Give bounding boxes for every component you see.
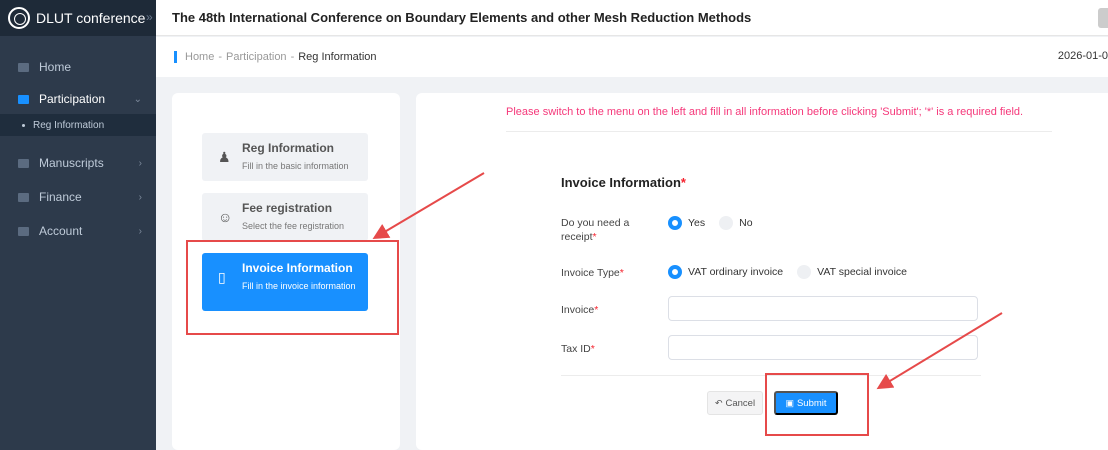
sidebar-item-home[interactable]: Home — [0, 52, 156, 82]
breadcrumb-marker — [174, 51, 177, 63]
step-fee-registration[interactable]: ☺ Fee registration Select the fee regist… — [202, 193, 368, 241]
sidebar-subitem-reg-information[interactable]: Reg Information — [0, 114, 156, 136]
top-header: The 48th International Conference on Bou… — [156, 0, 1108, 36]
current-date: 2026-01-0 — [1057, 50, 1108, 62]
annotation-box-invoice-step — [186, 240, 399, 335]
breadcrumb: Home - Participation - Reg Information 2… — [156, 37, 1108, 77]
chevron-right-icon: › — [138, 225, 142, 237]
undo-icon: ↶ — [714, 397, 723, 408]
sidebar: DLUT conference » Home Participation ⌄ R… — [0, 0, 156, 450]
sidebar-item-manuscripts[interactable]: Manuscripts › — [0, 148, 156, 178]
required-mark: * — [680, 175, 686, 190]
invoice-label-text: Invoice — [561, 304, 595, 316]
step-description: Select the fee registration — [242, 221, 345, 231]
radio-checked-icon — [668, 265, 682, 279]
required-mark: * — [594, 304, 599, 316]
breadcrumb-separator: - — [290, 51, 295, 63]
breadcrumb-current: Reg Information — [298, 51, 377, 63]
sidebar-item-label: Manuscripts — [39, 156, 104, 170]
radio-label: VAT special invoice — [817, 266, 908, 278]
vat-special-radio[interactable]: VAT special invoice — [797, 265, 907, 279]
page-title: The 48th International Conference on Bou… — [172, 10, 752, 25]
tax-id-label-text: Tax ID — [561, 343, 591, 355]
invoice-type-label: Invoice Type* — [561, 266, 624, 280]
invoice-input[interactable] — [668, 296, 978, 321]
vat-ordinary-radio[interactable]: VAT ordinary invoice — [668, 265, 783, 279]
form-notice: Please switch to the menu on the left an… — [506, 106, 1024, 118]
radio-label: VAT ordinary invoice — [688, 266, 784, 278]
radio-checked-icon — [668, 216, 682, 230]
invoice-type-radio-group: VAT ordinary invoice VAT special invoice — [668, 265, 921, 279]
step-description: Fill in the basic information — [242, 161, 349, 171]
chevron-right-icon: › — [138, 157, 142, 169]
radio-label: Yes — [688, 217, 706, 229]
sidebar-item-label: Home — [39, 60, 72, 74]
brand-name: DLUT conference — [36, 10, 146, 26]
step-title: Reg Information — [242, 141, 334, 155]
invoice-form: Please switch to the menu on the left an… — [416, 93, 1108, 450]
user-edit-icon: ♟ — [218, 149, 231, 165]
invoice-label: Invoice* — [561, 303, 598, 317]
sidebar-item-label: Finance — [39, 190, 82, 204]
sidebar-item-account[interactable]: Account › — [0, 216, 156, 246]
required-mark: * — [592, 231, 597, 243]
receipt-yes-radio[interactable]: Yes — [668, 216, 705, 230]
radio-label: No — [739, 217, 753, 229]
participation-icon — [18, 94, 29, 104]
receipt-no-radio[interactable]: No — [719, 216, 753, 230]
sidebar-subitem-label: Reg Information — [33, 119, 105, 131]
step-reg-information[interactable]: ♟ Reg Information Fill in the basic info… — [202, 133, 368, 181]
tax-id-label: Tax ID* — [561, 342, 595, 356]
required-mark: * — [590, 343, 595, 355]
required-mark: * — [619, 267, 624, 279]
breadcrumb-participation[interactable]: Participation — [226, 51, 287, 63]
annotation-box-submit — [765, 373, 869, 436]
chevron-right-icon: › — [138, 191, 142, 203]
user-icon — [18, 226, 29, 236]
divider — [506, 131, 1052, 132]
receipt-radio-group: Yes No — [668, 216, 767, 230]
sidebar-item-label: Account — [39, 224, 83, 238]
breadcrumb-home[interactable]: Home — [185, 51, 214, 63]
cancel-button[interactable]: ↶ Cancel — [707, 391, 763, 415]
breadcrumb-separator: - — [218, 51, 223, 63]
logo-icon — [8, 7, 30, 29]
folder-icon — [18, 158, 29, 168]
invoice-type-label-text: Invoice Type — [561, 267, 620, 279]
bullet-icon — [22, 123, 25, 127]
sidebar-item-label: Participation — [39, 92, 106, 106]
section-title: Invoice Information* — [561, 175, 686, 190]
home-icon — [18, 62, 29, 72]
receipt-label: Do you need a receipt* — [561, 216, 641, 244]
step-title: Fee registration — [242, 201, 333, 215]
sidebar-item-finance[interactable]: Finance › — [0, 182, 156, 212]
brand[interactable]: DLUT conference — [0, 0, 156, 36]
radio-unchecked-icon — [797, 265, 812, 279]
card-icon — [18, 192, 29, 202]
section-title-text: Invoice Information — [561, 175, 681, 190]
tax-id-input[interactable] — [668, 335, 978, 360]
chevron-down-icon: ⌄ — [133, 93, 142, 105]
cancel-label: Cancel — [725, 397, 756, 409]
avatar[interactable] — [1098, 8, 1108, 28]
sidebar-item-participation[interactable]: Participation ⌄ — [0, 84, 156, 114]
radio-unchecked-icon — [719, 216, 734, 230]
mask-icon: ☺ — [218, 209, 233, 225]
collapse-icon[interactable]: » — [146, 10, 153, 24]
